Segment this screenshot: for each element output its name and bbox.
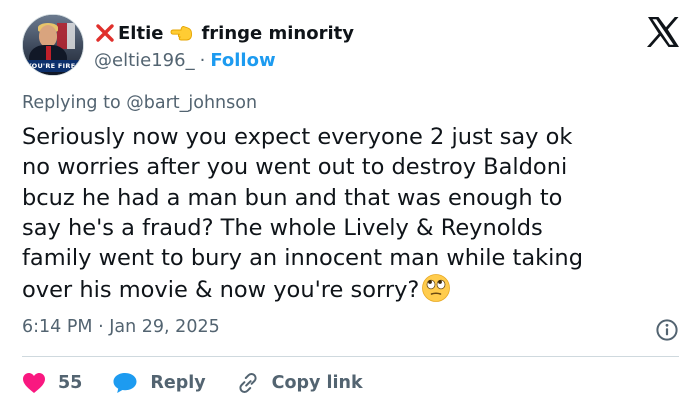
tweet-header: YOU'RE FIRED Eltie fringe minority @elti… xyxy=(22,14,682,78)
reply-button[interactable]: Reply xyxy=(112,371,206,395)
follow-button[interactable]: Follow xyxy=(210,50,275,71)
action-bar: 55 Reply Copy link xyxy=(22,369,393,397)
handle-row: @eltie196_ · Follow xyxy=(94,48,276,72)
face-with-rolling-eyes-icon xyxy=(422,274,451,303)
tweet-line: family went to bury an innocent man whil… xyxy=(22,245,583,272)
timestamp-separator: · xyxy=(98,317,104,337)
tweet-line: Seriously now you expect everyone 2 just… xyxy=(22,124,573,150)
like-button[interactable]: 55 xyxy=(22,372,82,394)
display-name: Eltie xyxy=(118,22,164,44)
replying-to-handle[interactable]: @bart_johnson xyxy=(126,93,257,113)
badge-text: fringe minority xyxy=(201,22,354,44)
tweet-line: bcuz he had a man bun and that was enoug… xyxy=(22,184,563,211)
tweet-time: 6:14 PM xyxy=(22,317,93,337)
tweet-timestamp[interactable]: 6:14 PM · Jan 29, 2025 xyxy=(22,317,220,337)
like-count: 55 xyxy=(58,373,83,393)
info-icon[interactable] xyxy=(655,318,679,342)
tweet-last-line: over his movie & now you're sorry? xyxy=(22,273,682,305)
tweet-line: no worries after you went out to destroy… xyxy=(22,154,568,181)
handle-separator: · xyxy=(199,49,206,71)
copy-link-label: Copy link xyxy=(271,373,363,393)
speech-bubble-icon xyxy=(113,373,137,393)
copy-link-button[interactable]: Copy link xyxy=(236,371,363,395)
avatar[interactable]: YOU'RE FIRED xyxy=(22,14,84,76)
replying-to-prefix: Replying to xyxy=(22,93,127,113)
tweet-line: over his movie & now you're sorry? xyxy=(22,277,420,304)
avatar-caption: YOU'RE FIRED xyxy=(23,60,83,72)
cross-mark-icon xyxy=(96,24,114,42)
tweet-text: Seriously now you expect everyone 2 just… xyxy=(22,122,682,306)
tweet-line: say he's a fraud? The whole Lively & Rey… xyxy=(22,214,543,241)
tweet-date: Jan 29, 2025 xyxy=(109,317,220,337)
author-name-row[interactable]: Eltie fringe minority xyxy=(94,20,354,46)
divider xyxy=(22,356,679,357)
x-logo-icon[interactable] xyxy=(646,16,680,48)
reply-label: Reply xyxy=(150,373,206,393)
author-handle[interactable]: @eltie196_ xyxy=(94,50,195,71)
heart-icon xyxy=(23,373,45,393)
backhand-index-pointing-left-icon xyxy=(171,26,193,41)
replying-to: Replying to @bart_johnson xyxy=(22,93,257,113)
link-icon xyxy=(239,373,257,393)
